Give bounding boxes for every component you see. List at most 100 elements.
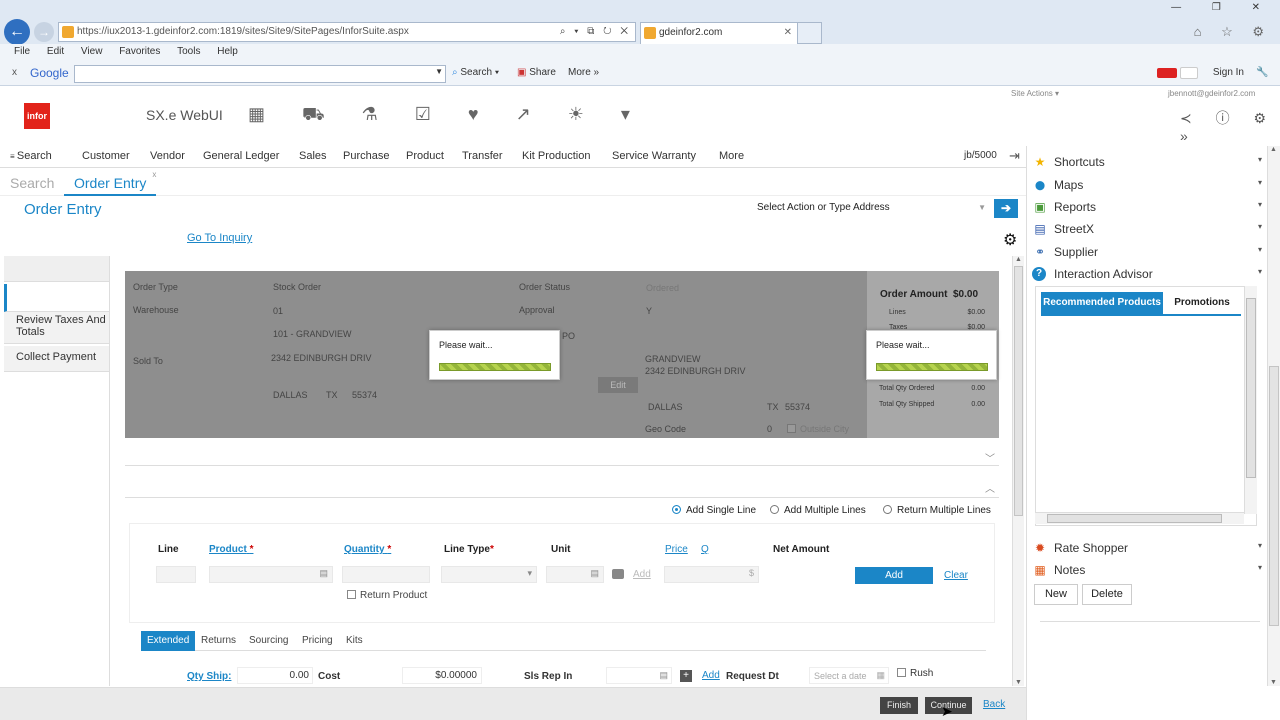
- advisor-horizontal-scrollbar[interactable]: [1035, 512, 1244, 524]
- tab-sourcing[interactable]: Sourcing: [249, 631, 288, 651]
- add-single-line-radio[interactable]: Add Single Line: [672, 505, 756, 516]
- header-right-icons[interactable]: ≺ ⓘ ⚙ »: [1180, 108, 1280, 144]
- sidebar-item-reports[interactable]: ▣ Reports ▾: [1030, 196, 1266, 218]
- tab-promotions[interactable]: Promotions: [1163, 292, 1241, 316]
- sidebar-item-interaction-advisor[interactable]: ? Interaction Advisor ▾: [1030, 263, 1266, 285]
- window-controls[interactable]: — ❐ ✕: [1171, 2, 1274, 13]
- sidebar-item-shortcuts[interactable]: ★ Shortcuts ▾: [1030, 151, 1266, 173]
- cost-input[interactable]: $0.00000: [402, 667, 482, 684]
- tab-kits[interactable]: Kits: [346, 631, 363, 651]
- more-button[interactable]: More »: [568, 67, 599, 78]
- chevron-down-icon[interactable]: ▼: [435, 67, 443, 76]
- price-header[interactable]: Price: [665, 544, 688, 555]
- quantity-header[interactable]: Quantity *: [344, 544, 391, 555]
- nav-search[interactable]: ≡ Search: [10, 150, 52, 162]
- wrench-icon[interactable]: 🔧: [1256, 67, 1268, 78]
- sidebar-scrollbar[interactable]: ▲ ▼: [1267, 146, 1280, 686]
- advisor-vertical-scrollbar[interactable]: [1244, 286, 1257, 514]
- address-tools-icon[interactable]: ⌕ ▾ ⧉ ↻ ✕: [560, 23, 631, 41]
- logout-icon[interactable]: ⇥: [1009, 148, 1020, 164]
- menu-help[interactable]: Help: [217, 44, 238, 60]
- line-type-select[interactable]: ▾: [441, 566, 537, 583]
- tab-recommended-products[interactable]: Recommended Products: [1041, 292, 1163, 316]
- toggle-icon[interactable]: [1180, 67, 1198, 79]
- menu-file[interactable]: File: [14, 44, 30, 60]
- google-search-input[interactable]: ▼: [74, 65, 446, 83]
- menu-favorites[interactable]: Favorites: [119, 44, 160, 60]
- outside-city-checkbox[interactable]: Outside City: [787, 424, 849, 434]
- calculator-icon[interactable]: [612, 569, 624, 579]
- tab-close-icon[interactable]: x: [152, 170, 156, 179]
- nav-more[interactable]: More: [719, 150, 744, 162]
- module-icons[interactable]: ▦ ⛟ ⚗ ☑ ♥ ↗ ☀ ▾: [248, 104, 646, 128]
- site-actions-menu[interactable]: Site Actions ▾: [1011, 89, 1059, 98]
- address-bar[interactable]: https://iux2013-1.gdeinfor2.com:1819/sit…: [58, 22, 636, 42]
- step-collect-payment[interactable]: Collect Payment: [4, 346, 109, 372]
- sls-rep-add-link[interactable]: Add: [702, 670, 720, 681]
- nav-vendor[interactable]: Vendor: [150, 150, 185, 162]
- left-panel-selected-step[interactable]: [4, 284, 109, 312]
- menu-view[interactable]: View: [81, 44, 103, 60]
- sidebar-item-maps[interactable]: ⬤ Maps ▾: [1030, 174, 1266, 196]
- toolbar-close-icon[interactable]: x: [12, 67, 17, 78]
- nav-kit-production[interactable]: Kit Production: [522, 150, 590, 162]
- unit-add-link[interactable]: Add: [633, 569, 651, 580]
- price-q-link[interactable]: Q: [701, 544, 709, 555]
- quantity-input[interactable]: [342, 566, 430, 583]
- product-header[interactable]: Product *: [209, 544, 253, 555]
- sidebar-item-supplier[interactable]: ⚭ Supplier ▾: [1030, 241, 1266, 263]
- tab-close-icon[interactable]: ✕: [784, 23, 792, 43]
- back-link[interactable]: Back: [983, 699, 1005, 710]
- tab-returns[interactable]: Returns: [201, 631, 236, 651]
- clear-link[interactable]: Clear: [944, 570, 968, 581]
- new-note-button[interactable]: New: [1034, 584, 1078, 605]
- main-scrollbar[interactable]: ▲ ▼: [1012, 256, 1024, 686]
- nav-service-warranty[interactable]: Service Warranty: [612, 150, 696, 162]
- share-button[interactable]: ▣ Share: [517, 67, 556, 78]
- new-tab-button[interactable]: [798, 22, 822, 44]
- gear-icon[interactable]: ⚙: [1003, 230, 1017, 250]
- add-line-button[interactable]: Add: [855, 567, 933, 584]
- sign-in-link[interactable]: Sign In: [1213, 67, 1244, 78]
- delete-note-button[interactable]: Delete: [1082, 584, 1132, 605]
- tab-search[interactable]: Search: [10, 175, 54, 191]
- tab-extended[interactable]: Extended: [141, 631, 196, 651]
- sls-rep-input[interactable]: ▤: [606, 667, 672, 684]
- request-date-input[interactable]: Select a date ▦: [809, 667, 889, 684]
- rush-checkbox[interactable]: Rush: [897, 668, 933, 679]
- menu-edit[interactable]: Edit: [47, 44, 64, 60]
- back-arrow-icon[interactable]: ←: [4, 19, 30, 45]
- return-product-checkbox[interactable]: Return Product: [347, 590, 427, 601]
- nav-product[interactable]: Product: [406, 150, 444, 162]
- nav-transfer[interactable]: Transfer: [462, 150, 503, 162]
- tab-pricing[interactable]: Pricing: [302, 631, 333, 651]
- nav-customer[interactable]: Customer: [82, 150, 130, 162]
- product-input[interactable]: ▤: [209, 566, 333, 583]
- nav-sales[interactable]: Sales: [299, 150, 327, 162]
- action-select[interactable]: Select Action or Type Address ▼: [754, 199, 990, 217]
- browser-tab[interactable]: gdeinfor2.com ✕: [640, 22, 798, 44]
- line-input[interactable]: [156, 566, 196, 583]
- return-multiple-lines-radio[interactable]: Return Multiple Lines: [883, 505, 991, 516]
- qty-ship-input[interactable]: 0.00: [237, 667, 313, 684]
- google-search-button[interactable]: ⌕ Search ▾: [452, 67, 499, 78]
- add-multiple-lines-radio[interactable]: Add Multiple Lines: [770, 505, 866, 516]
- notification-icon[interactable]: [1157, 68, 1177, 78]
- nav-purchase[interactable]: Purchase: [343, 150, 389, 162]
- plus-icon[interactable]: +: [680, 670, 692, 682]
- qty-ship-link[interactable]: Qty Ship:: [187, 671, 231, 682]
- unit-input[interactable]: ▤: [546, 566, 604, 583]
- chevron-up-icon[interactable]: ︿: [985, 480, 995, 495]
- step-review-taxes[interactable]: Review Taxes And Totals: [4, 312, 109, 344]
- finish-button[interactable]: Finish: [880, 697, 918, 714]
- go-to-inquiry-link[interactable]: Go To Inquiry: [187, 232, 252, 244]
- edit-button[interactable]: Edit: [598, 377, 638, 393]
- tab-order-entry[interactable]: Order Entry x: [64, 170, 157, 196]
- sidebar-item-streetx[interactable]: ▤ StreetX ▾: [1030, 218, 1266, 240]
- chevron-down-icon[interactable]: ﹀: [985, 450, 995, 465]
- browser-toolbar-icons[interactable]: ⌂ ☆ ⚙: [1194, 24, 1272, 40]
- nav-general-ledger[interactable]: General Ledger: [203, 150, 279, 162]
- go-arrow-button[interactable]: ➔: [994, 199, 1018, 218]
- sidebar-item-rate-shopper[interactable]: ✹ Rate Shopper ▾: [1030, 537, 1266, 559]
- sidebar-item-notes[interactable]: ▦ Notes ▾: [1030, 559, 1266, 581]
